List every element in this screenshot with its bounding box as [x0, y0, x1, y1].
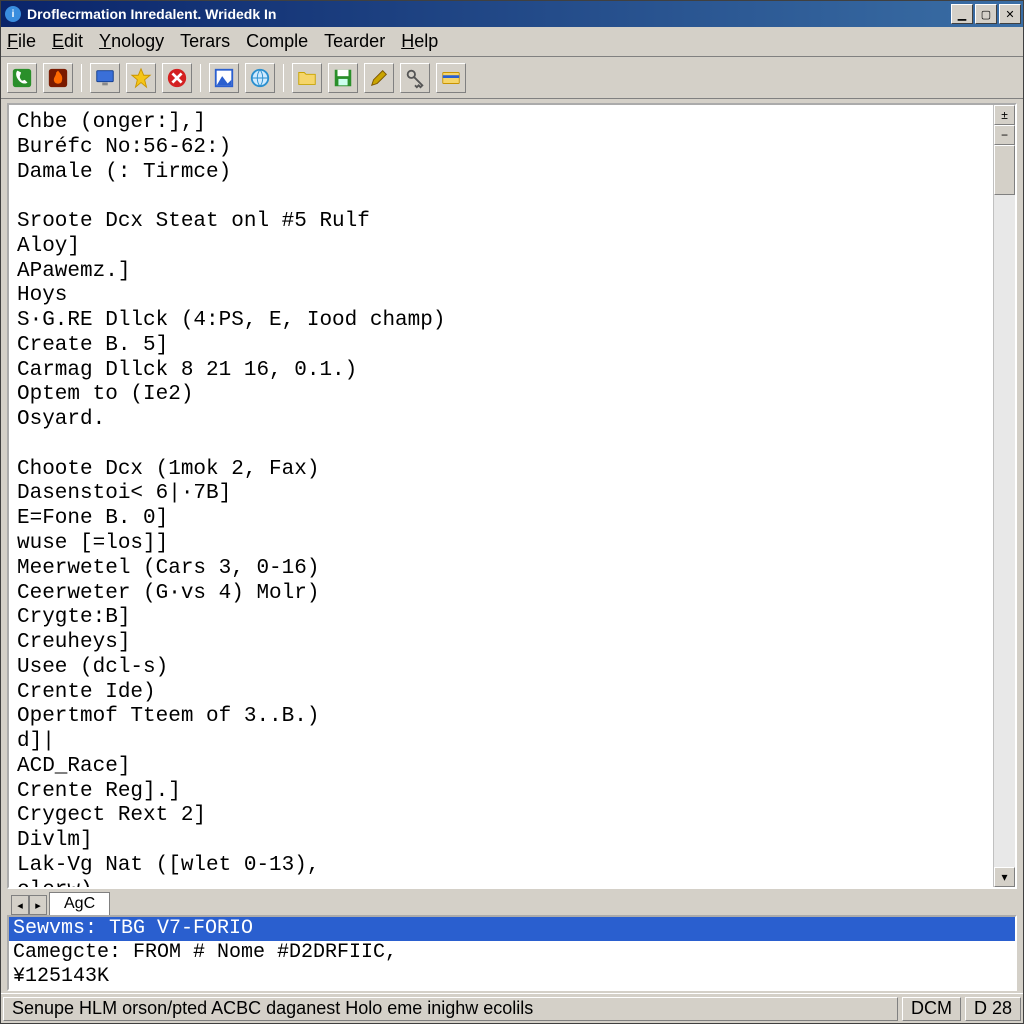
- tab-active[interactable]: AgC: [49, 892, 110, 915]
- app-icon: i: [5, 6, 21, 22]
- menu-tearder[interactable]: Tearder: [324, 31, 385, 52]
- close-button[interactable]: ✕: [999, 4, 1021, 24]
- scroll-plusminus-icon[interactable]: ±: [994, 105, 1015, 125]
- toolbar-separator: [283, 64, 284, 92]
- minimize-button[interactable]: ▁: [951, 4, 973, 24]
- scroll-track[interactable]: [994, 145, 1015, 867]
- maximize-button[interactable]: ▢: [975, 4, 997, 24]
- menu-terars[interactable]: Terars: [180, 31, 230, 52]
- save-icon[interactable]: [328, 63, 358, 93]
- code-editor[interactable]: Chbe (onger:],] Buréfc No:56-62:) Damale…: [9, 105, 993, 887]
- editor-pane: Chbe (onger:],] Buréfc No:56-62:) Damale…: [7, 103, 1017, 889]
- window-controls: ▁ ▢ ✕: [951, 4, 1021, 24]
- menu-comple[interactable]: Comple: [246, 31, 308, 52]
- status-mode: DCM: [902, 997, 961, 1021]
- menu-help[interactable]: Help: [401, 31, 438, 52]
- phone-icon[interactable]: [7, 63, 37, 93]
- toolbar-separator: [81, 64, 82, 92]
- card-icon[interactable]: [436, 63, 466, 93]
- globe-icon[interactable]: [245, 63, 275, 93]
- statusbar: Senupe HLM orson/pted ACBC daganest Holo…: [1, 993, 1023, 1023]
- toolbar: [1, 57, 1023, 99]
- tab-strip: ◂ ▸ AgC: [7, 889, 1017, 915]
- key-icon[interactable]: [400, 63, 430, 93]
- fire-icon[interactable]: [43, 63, 73, 93]
- content-area: Chbe (onger:],] Buréfc No:56-62:) Damale…: [7, 103, 1017, 915]
- vertical-scrollbar[interactable]: ± − ▾: [993, 105, 1015, 887]
- scroll-down-icon[interactable]: ▾: [994, 867, 1015, 887]
- toolbar-separator: [200, 64, 201, 92]
- console-selected-line[interactable]: Sewvms: TBG V7-FORIO: [9, 917, 1015, 941]
- menu-ynology[interactable]: Ynology: [99, 31, 164, 52]
- titlebar: i Droflecrmation Inredalent. Wridedk In …: [1, 1, 1023, 27]
- app-window: i Droflecrmation Inredalent. Wridedk In …: [0, 0, 1024, 1024]
- scroll-thumb[interactable]: [994, 145, 1015, 195]
- picture-icon[interactable]: [209, 63, 239, 93]
- tab-next-icon[interactable]: ▸: [29, 895, 47, 915]
- output-console[interactable]: Sewvms: TBG V7-FORIOCamegcte: FROM # Nom…: [7, 915, 1017, 991]
- status-message: Senupe HLM orson/pted ACBC daganest Holo…: [3, 997, 898, 1021]
- scroll-minus-icon[interactable]: −: [994, 125, 1015, 145]
- tab-prev-icon[interactable]: ◂: [11, 895, 29, 915]
- error-icon[interactable]: [162, 63, 192, 93]
- pencil-icon[interactable]: [364, 63, 394, 93]
- status-position: D 28: [965, 997, 1021, 1021]
- console-line[interactable]: Camegcte: FROM # Nome #D2DRFIIC,: [9, 941, 1015, 965]
- folder-icon[interactable]: [292, 63, 322, 93]
- star-icon[interactable]: [126, 63, 156, 93]
- menubar: File Edit Ynology Terars Comple Tearder Help: [1, 27, 1023, 57]
- window-title: Droflecrmation Inredalent. Wridedk In: [27, 6, 951, 22]
- menu-edit[interactable]: Edit: [52, 31, 83, 52]
- menu-file[interactable]: File: [7, 31, 36, 52]
- console-line[interactable]: ¥125143K: [9, 965, 1015, 989]
- monitor-icon[interactable]: [90, 63, 120, 93]
